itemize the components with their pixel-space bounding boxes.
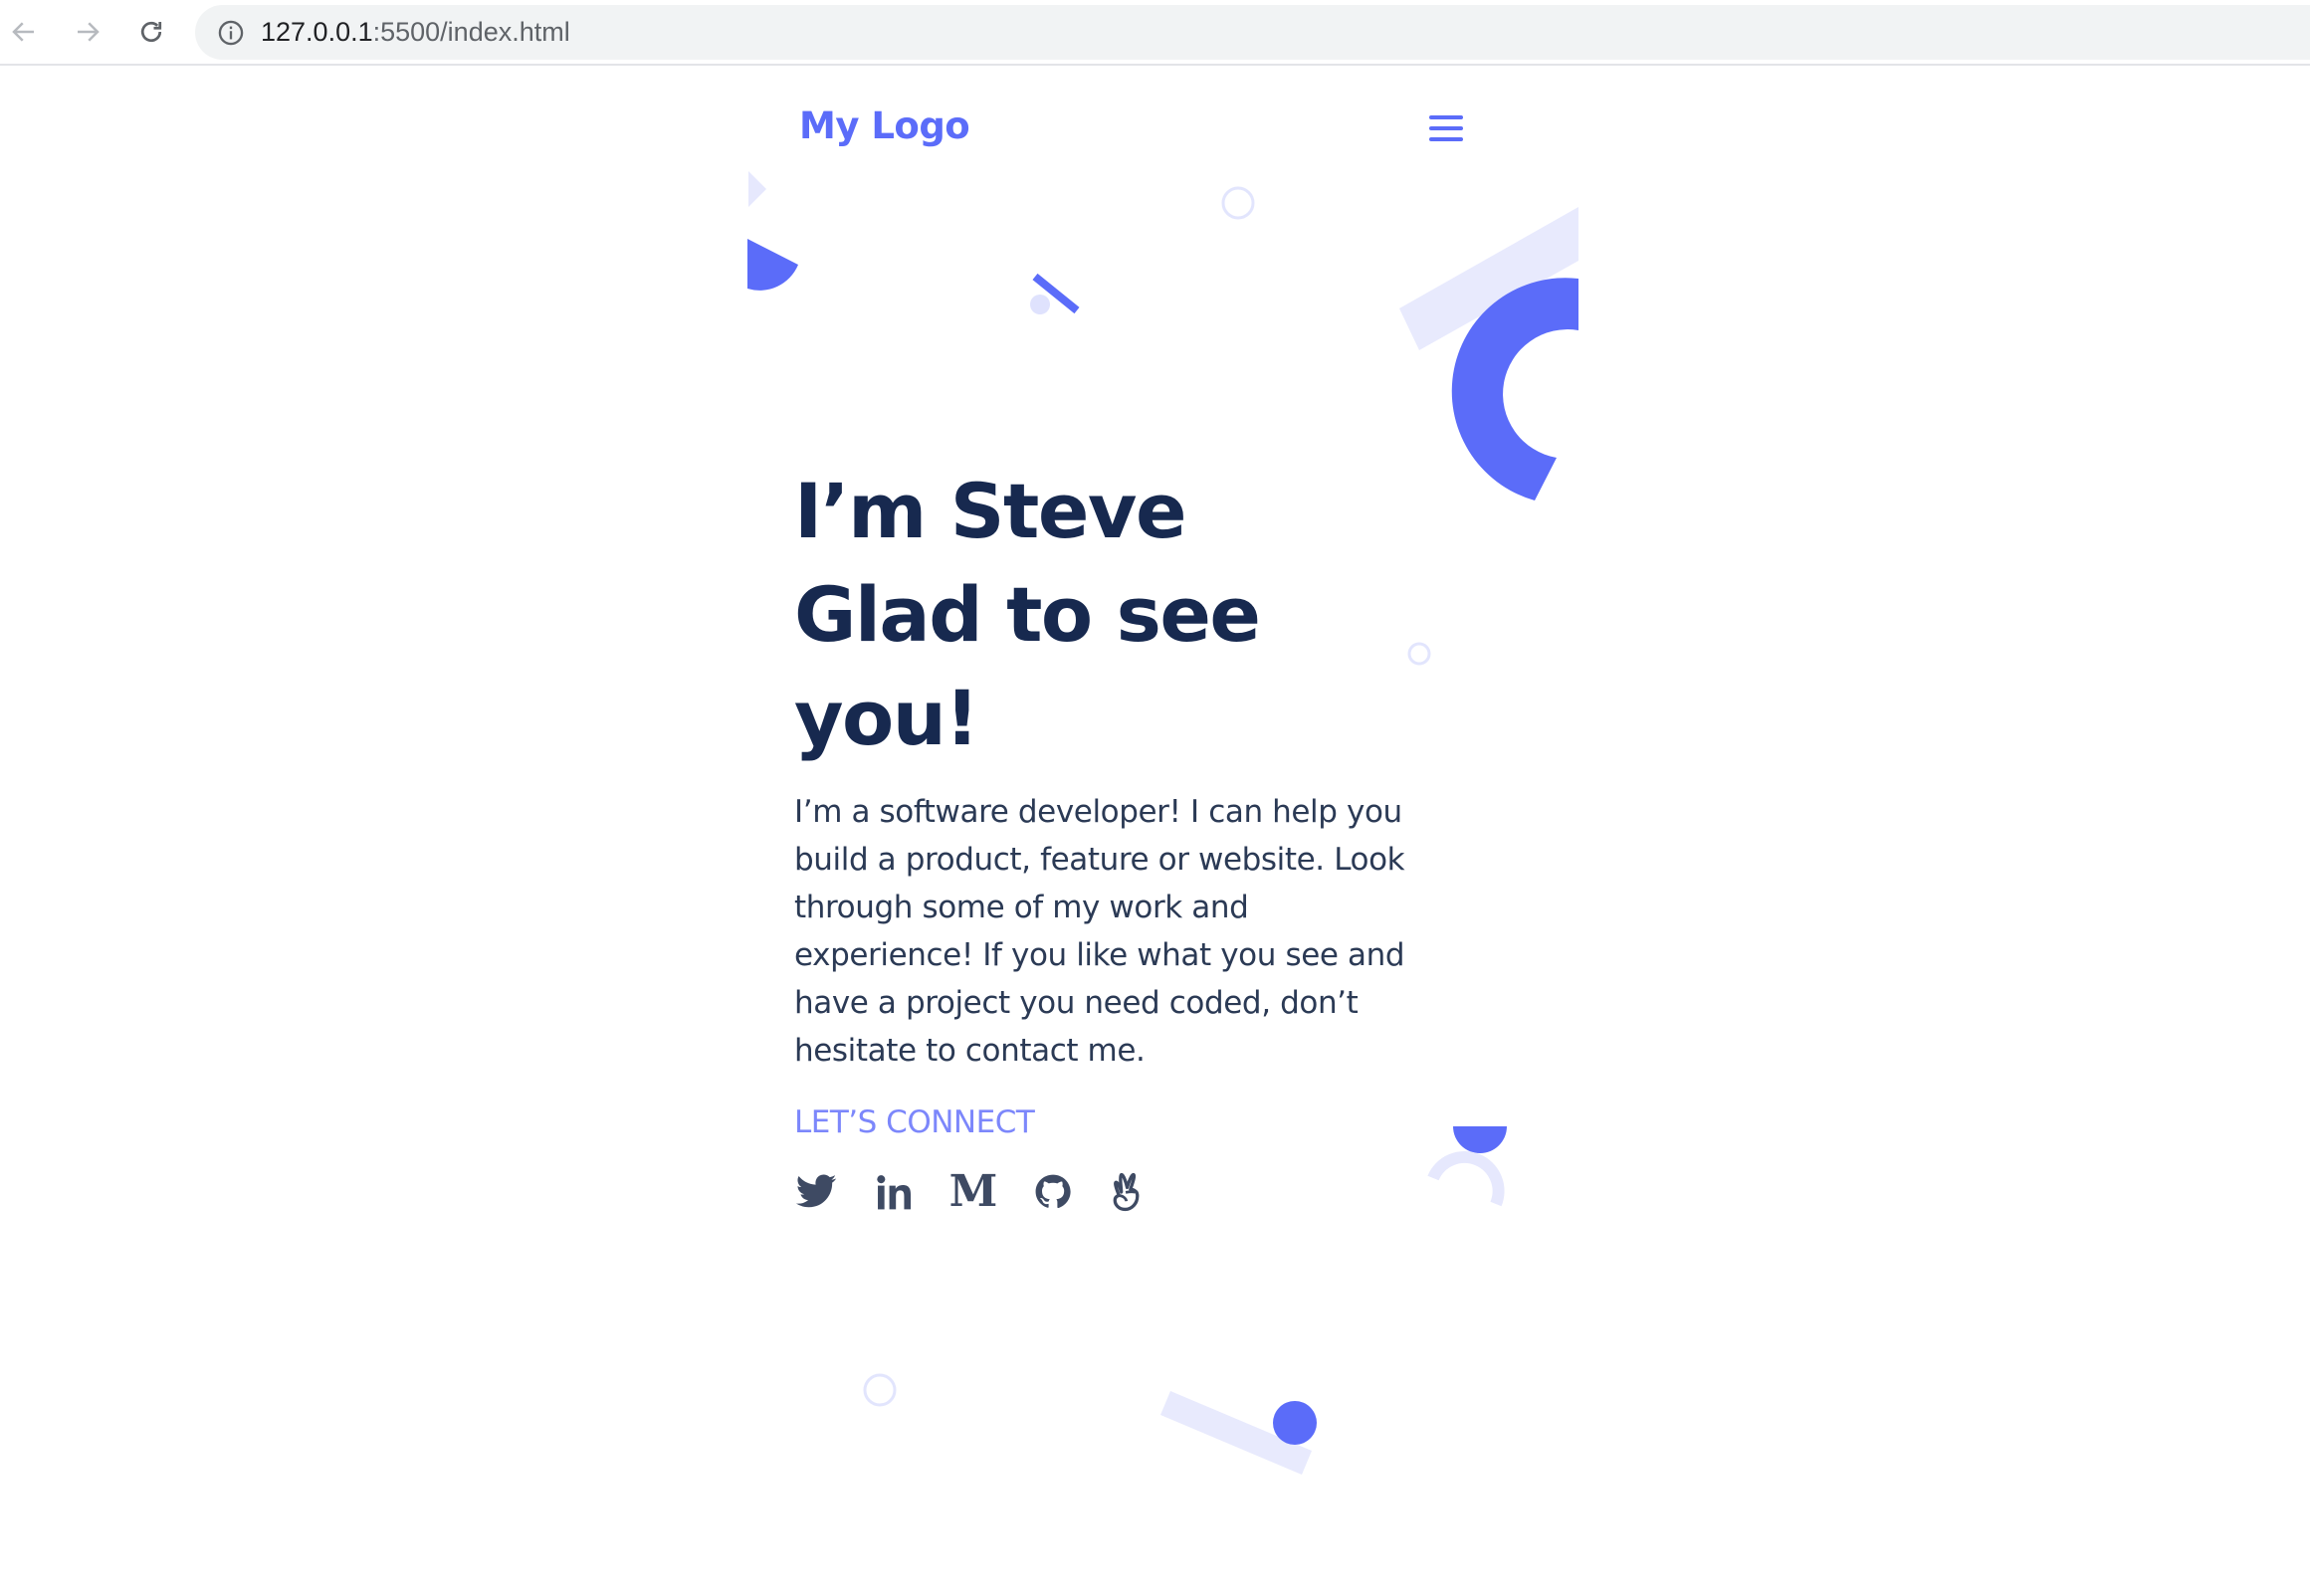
url-path: :5500/index.html: [372, 17, 570, 47]
browser-toolbar: 127.0.0.1:5500/index.html: [0, 0, 2310, 66]
deco-half-circle-top-left: [747, 239, 798, 291]
deco-dot-small: [1030, 295, 1050, 314]
site-logo[interactable]: My Logo: [799, 104, 970, 147]
deco-rect-light-bottom: [1160, 1391, 1312, 1475]
deco-ring-mid: [1407, 642, 1431, 666]
hero-title: I’m Steve Glad to see you!: [794, 460, 1391, 770]
twitter-icon[interactable]: [792, 1168, 840, 1216]
lets-connect-label: LET’S CONNECT: [794, 1104, 1035, 1140]
deco-arc-small-light: [1427, 1150, 1505, 1207]
back-arrow-icon: [12, 22, 34, 42]
reload-icon: [140, 21, 162, 43]
url-text[interactable]: 127.0.0.1:5500/index.html: [261, 17, 570, 48]
info-icon[interactable]: [217, 19, 245, 47]
hero-description-line: I’m a software developer! I can help you: [794, 794, 1402, 830]
hero-title-line: you!: [794, 674, 979, 762]
linkedin-icon[interactable]: [872, 1168, 920, 1216]
deco-triangle-light: [748, 171, 766, 207]
hero-description-line: hesitate to contact me.: [794, 1033, 1146, 1069]
deco-dot-bottom: [1273, 1401, 1317, 1445]
hero-title-line: I’m Steve: [794, 467, 1187, 555]
hero-description-line: have a project you need coded, don’t: [794, 985, 1359, 1021]
deco-half-circle-right: [1453, 1126, 1507, 1153]
reload-button[interactable]: [129, 10, 173, 54]
hero-description-line: through some of my work and: [794, 890, 1249, 925]
hamburger-menu-icon[interactable]: [1427, 111, 1467, 145]
url-host: 127.0.0.1: [261, 17, 373, 47]
medium-icon[interactable]: M: [949, 1168, 998, 1216]
angellist-icon[interactable]: [1105, 1168, 1153, 1216]
hero-description-line: experience! If you like what you see and: [794, 937, 1405, 973]
back-button[interactable]: [2, 10, 46, 54]
forward-button[interactable]: [66, 10, 109, 54]
github-icon[interactable]: [1029, 1168, 1077, 1216]
deco-ring-top: [1221, 186, 1255, 220]
forward-arrow-icon: [78, 22, 100, 42]
hero-title-line: Glad to see: [794, 570, 1261, 659]
hero-description: I’m a software developer! I can help you…: [794, 788, 1471, 1075]
deco-rect-light-top-right: [1399, 207, 1578, 350]
deco-bar-small: [1032, 273, 1080, 314]
deco-arc-large: [1451, 278, 1578, 500]
deco-ring-bottom: [863, 1373, 897, 1407]
hero-description-line: build a product, feature or website. Loo…: [794, 842, 1405, 878]
address-bar[interactable]: 127.0.0.1:5500/index.html: [195, 5, 2310, 60]
